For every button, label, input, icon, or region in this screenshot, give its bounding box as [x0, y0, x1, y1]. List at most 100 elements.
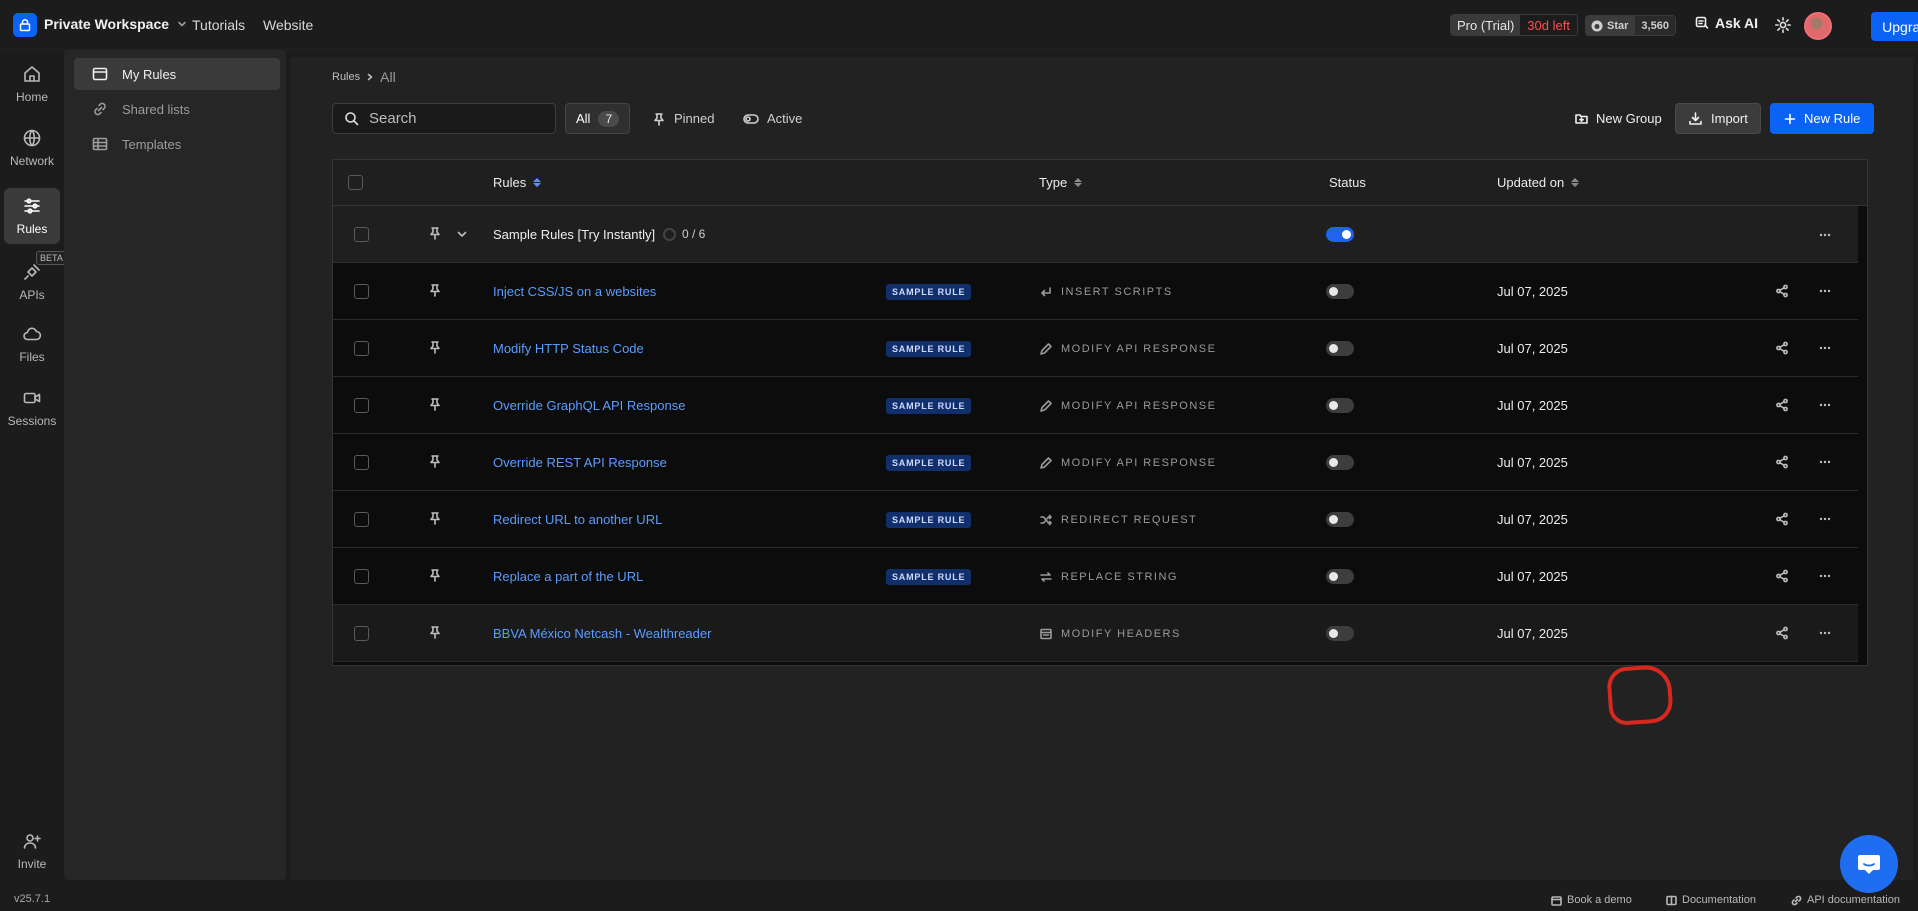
gear-icon[interactable]	[1774, 16, 1792, 34]
sidebar-item-shared-lists[interactable]: Shared lists	[74, 93, 280, 125]
rule-status-toggle[interactable]	[1326, 398, 1354, 413]
more-options-icon[interactable]	[1818, 341, 1832, 355]
row-checkbox[interactable]	[354, 455, 369, 470]
table-row[interactable]: Redirect URL to another URL SAMPLE RULE RE…	[333, 491, 1858, 548]
table-row[interactable]: Modify HTTP Status Code SAMPLE RULE MODIFY…	[333, 320, 1858, 377]
rule-name-link[interactable]: Override GraphQL API Response	[493, 398, 685, 413]
pin-icon[interactable]	[428, 283, 442, 297]
workspace-lock-icon[interactable]	[13, 13, 37, 37]
rule-name-link[interactable]: BBVA México Netcash - Wealthreader	[493, 626, 711, 641]
rule-name-link[interactable]: Modify HTTP Status Code	[493, 341, 644, 356]
chevron-down-icon[interactable]	[456, 228, 468, 240]
pin-icon[interactable]	[428, 454, 442, 468]
avatar[interactable]	[1804, 12, 1832, 40]
table-row[interactable]: Replace a part of the URL SAMPLE RULE REPL…	[333, 548, 1858, 605]
rule-status-toggle[interactable]	[1326, 569, 1354, 584]
import-button[interactable]: Import	[1675, 103, 1761, 134]
book-demo-link[interactable]: Book a demo	[1551, 894, 1632, 906]
row-checkbox[interactable]	[354, 569, 369, 584]
ask-ai-label: Ask AI	[1715, 15, 1759, 31]
ask-ai-button[interactable]: Ask AI	[1695, 15, 1758, 31]
rule-status-toggle[interactable]	[1326, 512, 1354, 527]
group-progress-text: 0 / 6	[682, 227, 706, 241]
nav-network[interactable]: Network	[4, 120, 60, 176]
share-icon[interactable]	[1775, 455, 1789, 469]
website-link[interactable]: Website	[263, 17, 313, 33]
pin-icon[interactable]	[428, 568, 442, 582]
folder-plus-icon	[1575, 112, 1588, 125]
upgrade-button[interactable]: Upgrade	[1871, 12, 1918, 41]
rule-name-link[interactable]: Replace a part of the URL	[493, 569, 643, 584]
api-documentation-link[interactable]: API documentation	[1791, 894, 1900, 906]
table-row[interactable]: Override GraphQL API Response SAMPLE RULE…	[333, 377, 1858, 434]
search-box[interactable]	[332, 103, 556, 134]
share-icon[interactable]	[1775, 284, 1789, 298]
pin-icon[interactable]	[428, 340, 442, 354]
nav-apis-label: APIs	[19, 288, 45, 302]
rule-status-toggle[interactable]	[1326, 455, 1354, 470]
new-rule-button[interactable]: New Rule	[1770, 103, 1875, 134]
plan-days-left: 30d left	[1527, 18, 1570, 33]
sidebar-item-templates[interactable]: Templates	[74, 128, 280, 160]
select-all-checkbox[interactable]	[348, 175, 363, 190]
search-input[interactable]	[369, 110, 539, 127]
pin-icon[interactable]	[428, 397, 442, 411]
group-name[interactable]: Sample Rules [Try Instantly]	[493, 227, 655, 242]
table-row[interactable]: Override REST API Response SAMPLE RULE MOD…	[333, 434, 1858, 491]
more-options-icon[interactable]	[1818, 512, 1832, 526]
row-checkbox[interactable]	[354, 227, 369, 242]
more-options-icon[interactable]	[1818, 398, 1832, 412]
table-row[interactable]: Inject CSS/JS on a websites SAMPLE RULE IN…	[333, 263, 1858, 320]
rule-status-toggle[interactable]	[1326, 284, 1354, 299]
rule-status-toggle[interactable]	[1326, 626, 1354, 641]
header-updated[interactable]: Updated on	[1497, 175, 1580, 190]
rule-name-link[interactable]: Override REST API Response	[493, 455, 667, 470]
sidebar-item-my-rules[interactable]: My Rules	[74, 58, 280, 90]
share-icon[interactable]	[1775, 512, 1789, 526]
new-group-button[interactable]: New Group	[1563, 103, 1674, 134]
sample-rule-badge: SAMPLE RULE	[886, 398, 972, 414]
workspace-name: Private Workspace	[44, 16, 170, 32]
row-checkbox[interactable]	[354, 626, 369, 641]
more-options-icon[interactable]	[1818, 569, 1832, 583]
tutorials-link[interactable]: Tutorials	[192, 17, 245, 33]
share-icon[interactable]	[1775, 569, 1789, 583]
rule-name-link[interactable]: Inject CSS/JS on a websites	[493, 284, 656, 299]
more-options-icon[interactable]	[1818, 228, 1832, 242]
nav-files[interactable]: Files	[4, 316, 60, 372]
filter-active[interactable]: Active	[733, 103, 812, 134]
share-icon[interactable]	[1775, 341, 1789, 355]
pin-icon[interactable]	[428, 226, 442, 240]
filter-pinned[interactable]: Pinned	[642, 103, 724, 134]
filter-all[interactable]: All 7	[565, 103, 631, 134]
nav-invite[interactable]: Invite	[4, 823, 60, 879]
table-row[interactable]: BBVA México Netcash - Wealthreader MODIFY…	[333, 605, 1858, 662]
share-icon[interactable]	[1775, 626, 1789, 640]
pin-icon[interactable]	[428, 511, 442, 525]
github-star-button[interactable]: Star 3,560	[1585, 15, 1676, 36]
plan-badge[interactable]: Pro (Trial) 30d left	[1450, 14, 1578, 36]
header-rules[interactable]: Rules	[493, 175, 542, 190]
row-checkbox[interactable]	[354, 512, 369, 527]
header-type[interactable]: Type	[1039, 175, 1083, 190]
workspace-switcher[interactable]: Private Workspace	[44, 16, 187, 32]
breadcrumb-rules[interactable]: Rules	[332, 71, 360, 83]
more-options-icon[interactable]	[1818, 284, 1832, 298]
group-row[interactable]: Sample Rules [Try Instantly] 0 / 6	[333, 206, 1858, 263]
rule-name-link[interactable]: Redirect URL to another URL	[493, 512, 662, 527]
more-options-icon[interactable]	[1818, 455, 1832, 469]
nav-sessions[interactable]: Sessions	[4, 380, 60, 436]
nav-rules[interactable]: Rules	[4, 188, 60, 244]
group-status-toggle[interactable]	[1326, 227, 1354, 242]
nav-home[interactable]: Home	[4, 56, 60, 112]
documentation-link[interactable]: Documentation	[1666, 894, 1756, 906]
pin-icon[interactable]	[428, 625, 442, 639]
more-options-icon[interactable]	[1818, 626, 1832, 640]
row-checkbox[interactable]	[354, 284, 369, 299]
share-icon[interactable]	[1775, 398, 1789, 412]
row-checkbox[interactable]	[354, 341, 369, 356]
rule-status-toggle[interactable]	[1326, 341, 1354, 356]
book-icon	[1666, 895, 1677, 906]
row-checkbox[interactable]	[354, 398, 369, 413]
chat-button[interactable]	[1840, 835, 1898, 893]
